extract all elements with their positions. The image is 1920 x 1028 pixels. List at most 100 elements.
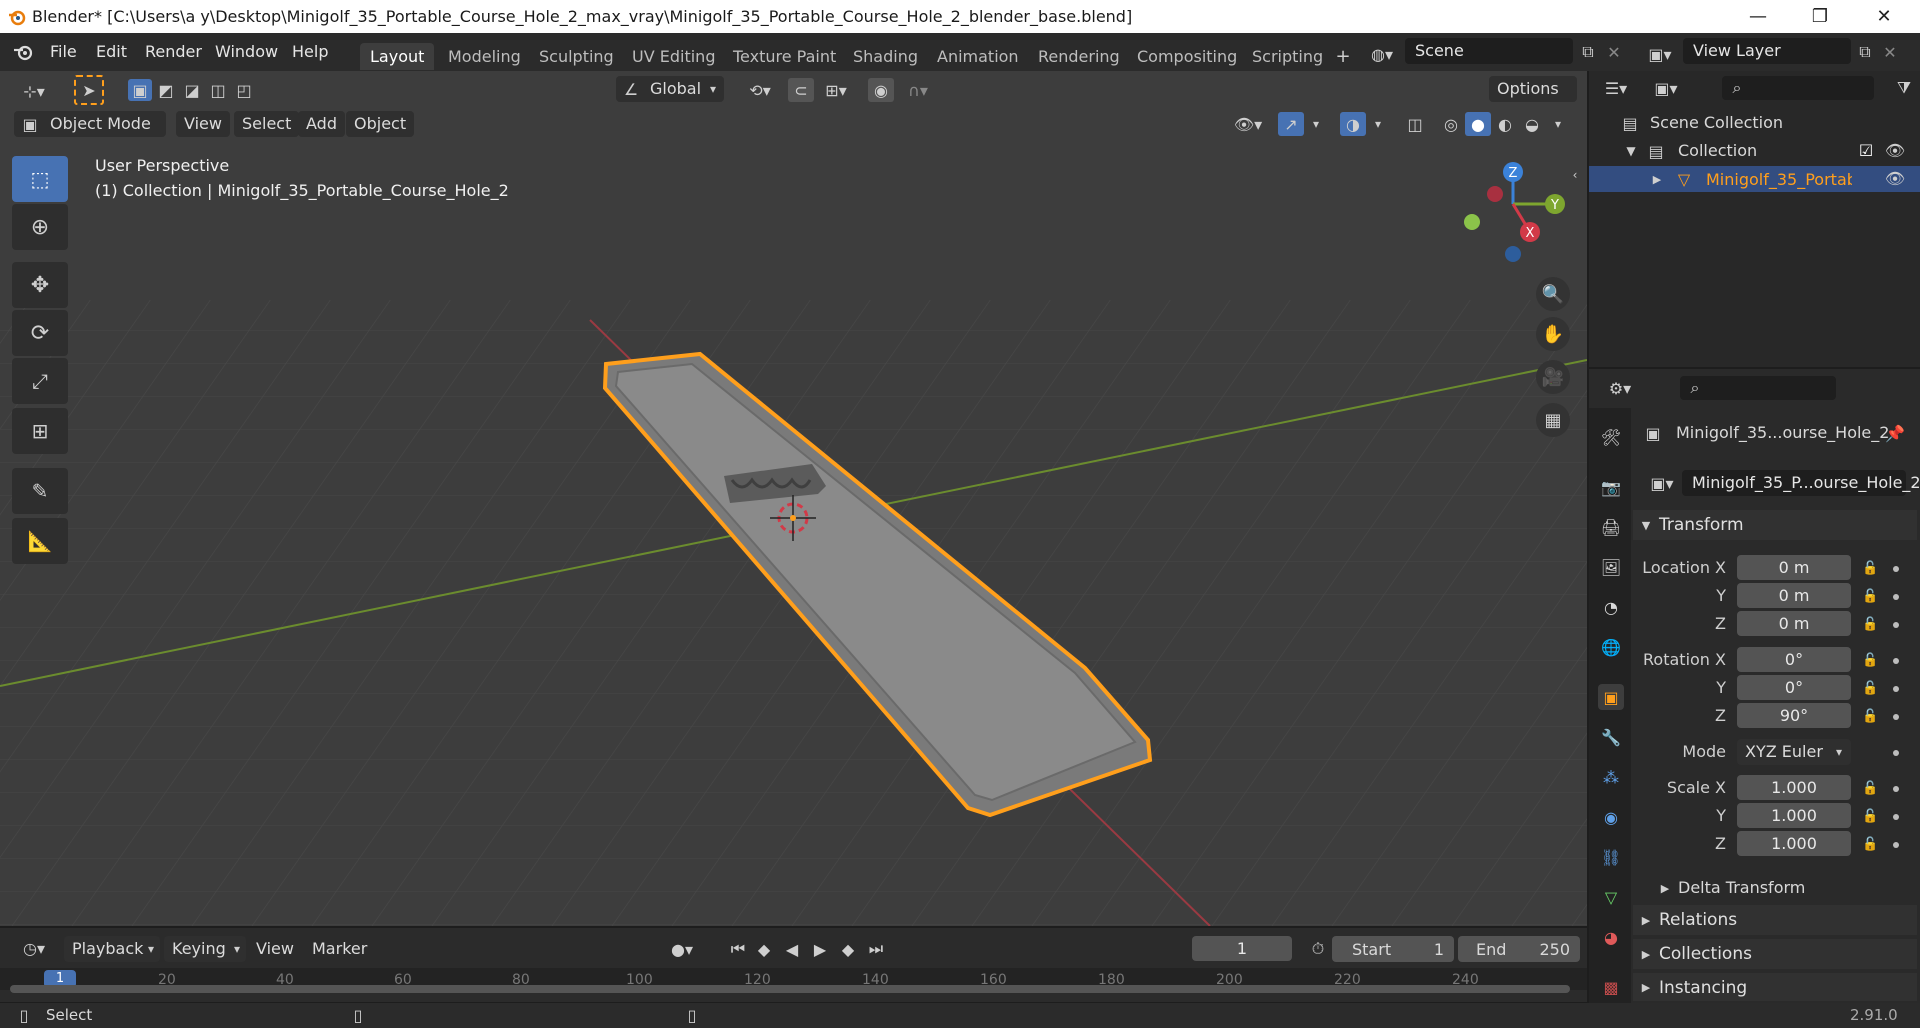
end-frame-field[interactable]: End 250 xyxy=(1458,936,1580,962)
tab-shading[interactable]: Shading xyxy=(843,43,928,70)
tool-annotate[interactable]: ✎ xyxy=(12,468,68,514)
pin-icon[interactable]: 📌 xyxy=(1884,422,1906,444)
timeline-marker-menu[interactable]: Marker xyxy=(304,936,375,962)
scale-x-field[interactable]: 1.000 xyxy=(1737,775,1851,800)
lock-icon[interactable]: 🔓 xyxy=(1862,653,1878,668)
physics-tab-icon[interactable]: ◉ xyxy=(1598,804,1624,830)
visibility-icon[interactable]: 👁▾ xyxy=(1226,112,1270,136)
gizmo-toggle-icon[interactable]: ↗ xyxy=(1278,112,1304,136)
select-menu[interactable]: Select xyxy=(234,111,300,137)
select-extend-mode-icon[interactable]: ◩ xyxy=(154,79,178,101)
object-visibility-icon[interactable]: 👁 xyxy=(1884,169,1906,188)
view-layer-tab-icon[interactable]: 🖼 xyxy=(1598,554,1624,580)
add-menu[interactable]: Add xyxy=(298,111,345,137)
keyframe-dot[interactable] xyxy=(1893,714,1899,720)
lock-icon[interactable]: 🔓 xyxy=(1862,837,1878,852)
select-tool-icon[interactable]: ➤ xyxy=(74,75,104,105)
properties-editor-type-icon[interactable]: ⚙▾ xyxy=(1600,374,1640,402)
filter-icon[interactable]: ⧩ xyxy=(1894,78,1914,97)
lock-icon[interactable]: 🔓 xyxy=(1862,709,1878,724)
shading-dropdown-icon[interactable]: ▾ xyxy=(1548,112,1568,136)
tab-modeling[interactable]: Modeling xyxy=(438,43,531,70)
view-layer-field[interactable]: View Layer xyxy=(1683,38,1851,64)
play-icon[interactable]: ▶ xyxy=(808,936,832,962)
tab-animation[interactable]: Animation xyxy=(927,43,1029,70)
collapse-transform-icon[interactable]: ▼ xyxy=(1639,516,1653,534)
editor-type-icon[interactable]: ⊹▾ xyxy=(14,79,54,103)
next-keyframe-icon[interactable]: ◆ xyxy=(836,936,860,962)
zoom-icon[interactable]: 🔍 xyxy=(1536,277,1570,311)
keyframe-dot[interactable] xyxy=(1893,750,1899,756)
location-x-field[interactable]: 0 m xyxy=(1737,555,1851,580)
expand-instancing-icon[interactable]: ▶ xyxy=(1639,978,1653,996)
blender-menu-icon[interactable] xyxy=(12,42,34,62)
particles-tab-icon[interactable]: ⁂ xyxy=(1598,764,1624,790)
tab-uv-editing[interactable]: UV Editing xyxy=(622,43,725,70)
new-view-layer-icon[interactable]: ⧉ xyxy=(1853,40,1877,64)
timeline-view-menu[interactable]: View xyxy=(248,936,302,962)
perspective-toggle-icon[interactable]: ▦ xyxy=(1536,403,1570,437)
overlays-dropdown-icon[interactable]: ▾ xyxy=(1368,112,1388,136)
expand-delta-icon[interactable]: ▶ xyxy=(1658,879,1672,897)
object-tab-icon[interactable]: ▣ xyxy=(1598,684,1624,710)
auto-keying-icon[interactable]: ●▾ xyxy=(662,936,702,962)
keyframe-dot[interactable] xyxy=(1893,622,1899,628)
scale-z-field[interactable]: 1.000 xyxy=(1737,831,1851,856)
menu-file[interactable]: File xyxy=(50,42,77,61)
instancing-panel-header[interactable]: Instancing xyxy=(1633,973,1917,1001)
menu-window[interactable]: Window xyxy=(215,42,278,61)
object-name-field[interactable]: Minigolf_35_P...ourse_Hole_2 xyxy=(1682,470,1920,496)
navigation-gizmo[interactable]: Z Y X xyxy=(1455,158,1575,268)
collection-checkbox-icon[interactable]: ☑ xyxy=(1857,141,1875,160)
overlays-toggle-icon[interactable]: ◑ xyxy=(1340,112,1366,136)
collection-visibility-icon[interactable]: 👁 xyxy=(1884,141,1906,160)
remove-scene-icon[interactable]: ✕ xyxy=(1604,40,1624,64)
modifier-tab-icon[interactable]: 🔧 xyxy=(1598,724,1624,750)
object-data-selector-icon[interactable]: ▣▾ xyxy=(1642,470,1682,496)
current-frame-field[interactable]: 1 xyxy=(1192,936,1292,961)
relations-panel-header[interactable]: Relations xyxy=(1633,905,1917,935)
output-tab-icon[interactable]: 🖨 xyxy=(1598,514,1624,540)
xray-toggle-icon[interactable]: ◫ xyxy=(1402,112,1428,136)
snap-target-icon[interactable]: ⊞▾ xyxy=(816,78,856,102)
keyframe-dot[interactable] xyxy=(1893,566,1899,572)
menu-help[interactable]: Help xyxy=(292,42,328,61)
options-dropdown[interactable]: Options xyxy=(1489,76,1577,102)
wireframe-shading-icon[interactable]: ◎ xyxy=(1438,112,1464,136)
location-z-field[interactable]: 0 m xyxy=(1737,611,1851,636)
outliner-collection[interactable]: Collection xyxy=(1678,141,1757,160)
lock-icon[interactable]: 🔓 xyxy=(1862,781,1878,796)
keyframe-dot[interactable] xyxy=(1893,686,1899,692)
jump-end-icon[interactable]: ⏭ xyxy=(864,936,888,962)
timeline-editor-type-icon[interactable]: ◷▾ xyxy=(14,936,54,960)
lock-icon[interactable]: 🔓 xyxy=(1862,561,1878,576)
outliner-object-name[interactable]: Minigolf_35_Portable xyxy=(1706,170,1852,189)
jump-start-icon[interactable]: ⏮ xyxy=(726,936,750,962)
solid-shading-icon[interactable]: ● xyxy=(1465,112,1491,136)
scene-selector-icon[interactable]: ◍▾ xyxy=(1362,40,1402,68)
tool-transform[interactable]: ⊞ xyxy=(12,408,68,454)
remove-view-layer-icon[interactable]: ✕ xyxy=(1880,40,1900,64)
outliner-scene-collection[interactable]: Scene Collection xyxy=(1650,113,1783,132)
transform-panel-header[interactable]: Transform xyxy=(1633,510,1917,540)
lock-icon[interactable]: 🔓 xyxy=(1862,681,1878,696)
proportional-falloff-icon[interactable]: ∩▾ xyxy=(898,78,938,102)
minimize-button[interactable]: — xyxy=(1730,0,1786,33)
sidebar-toggle-icon[interactable]: ‹ xyxy=(1567,166,1583,184)
pivot-point-icon[interactable]: ⟲▾ xyxy=(740,78,780,102)
view-menu[interactable]: View xyxy=(176,111,230,137)
tab-scripting[interactable]: Scripting xyxy=(1242,43,1333,70)
tool-cursor[interactable]: ⊕ xyxy=(12,204,68,250)
timeline-scrollbar[interactable] xyxy=(10,985,1570,993)
select-intersect-mode-icon[interactable]: ◰ xyxy=(232,79,256,101)
stopwatch-icon[interactable]: ⏱ xyxy=(1306,936,1330,962)
tool-measure[interactable]: 📐 xyxy=(12,518,68,564)
pan-hand-icon[interactable]: ✋ xyxy=(1536,317,1570,351)
tool-scale[interactable]: ⤢ xyxy=(12,358,68,404)
keyframe-dot[interactable] xyxy=(1893,786,1899,792)
view-layer-selector-icon[interactable]: ▣▾ xyxy=(1640,40,1680,68)
play-reverse-icon[interactable]: ◀ xyxy=(780,936,804,962)
tab-texture-paint[interactable]: Texture Paint xyxy=(723,43,846,70)
keyframe-dot[interactable] xyxy=(1893,814,1899,820)
collapse-collection-icon[interactable]: ▼ xyxy=(1623,142,1639,160)
